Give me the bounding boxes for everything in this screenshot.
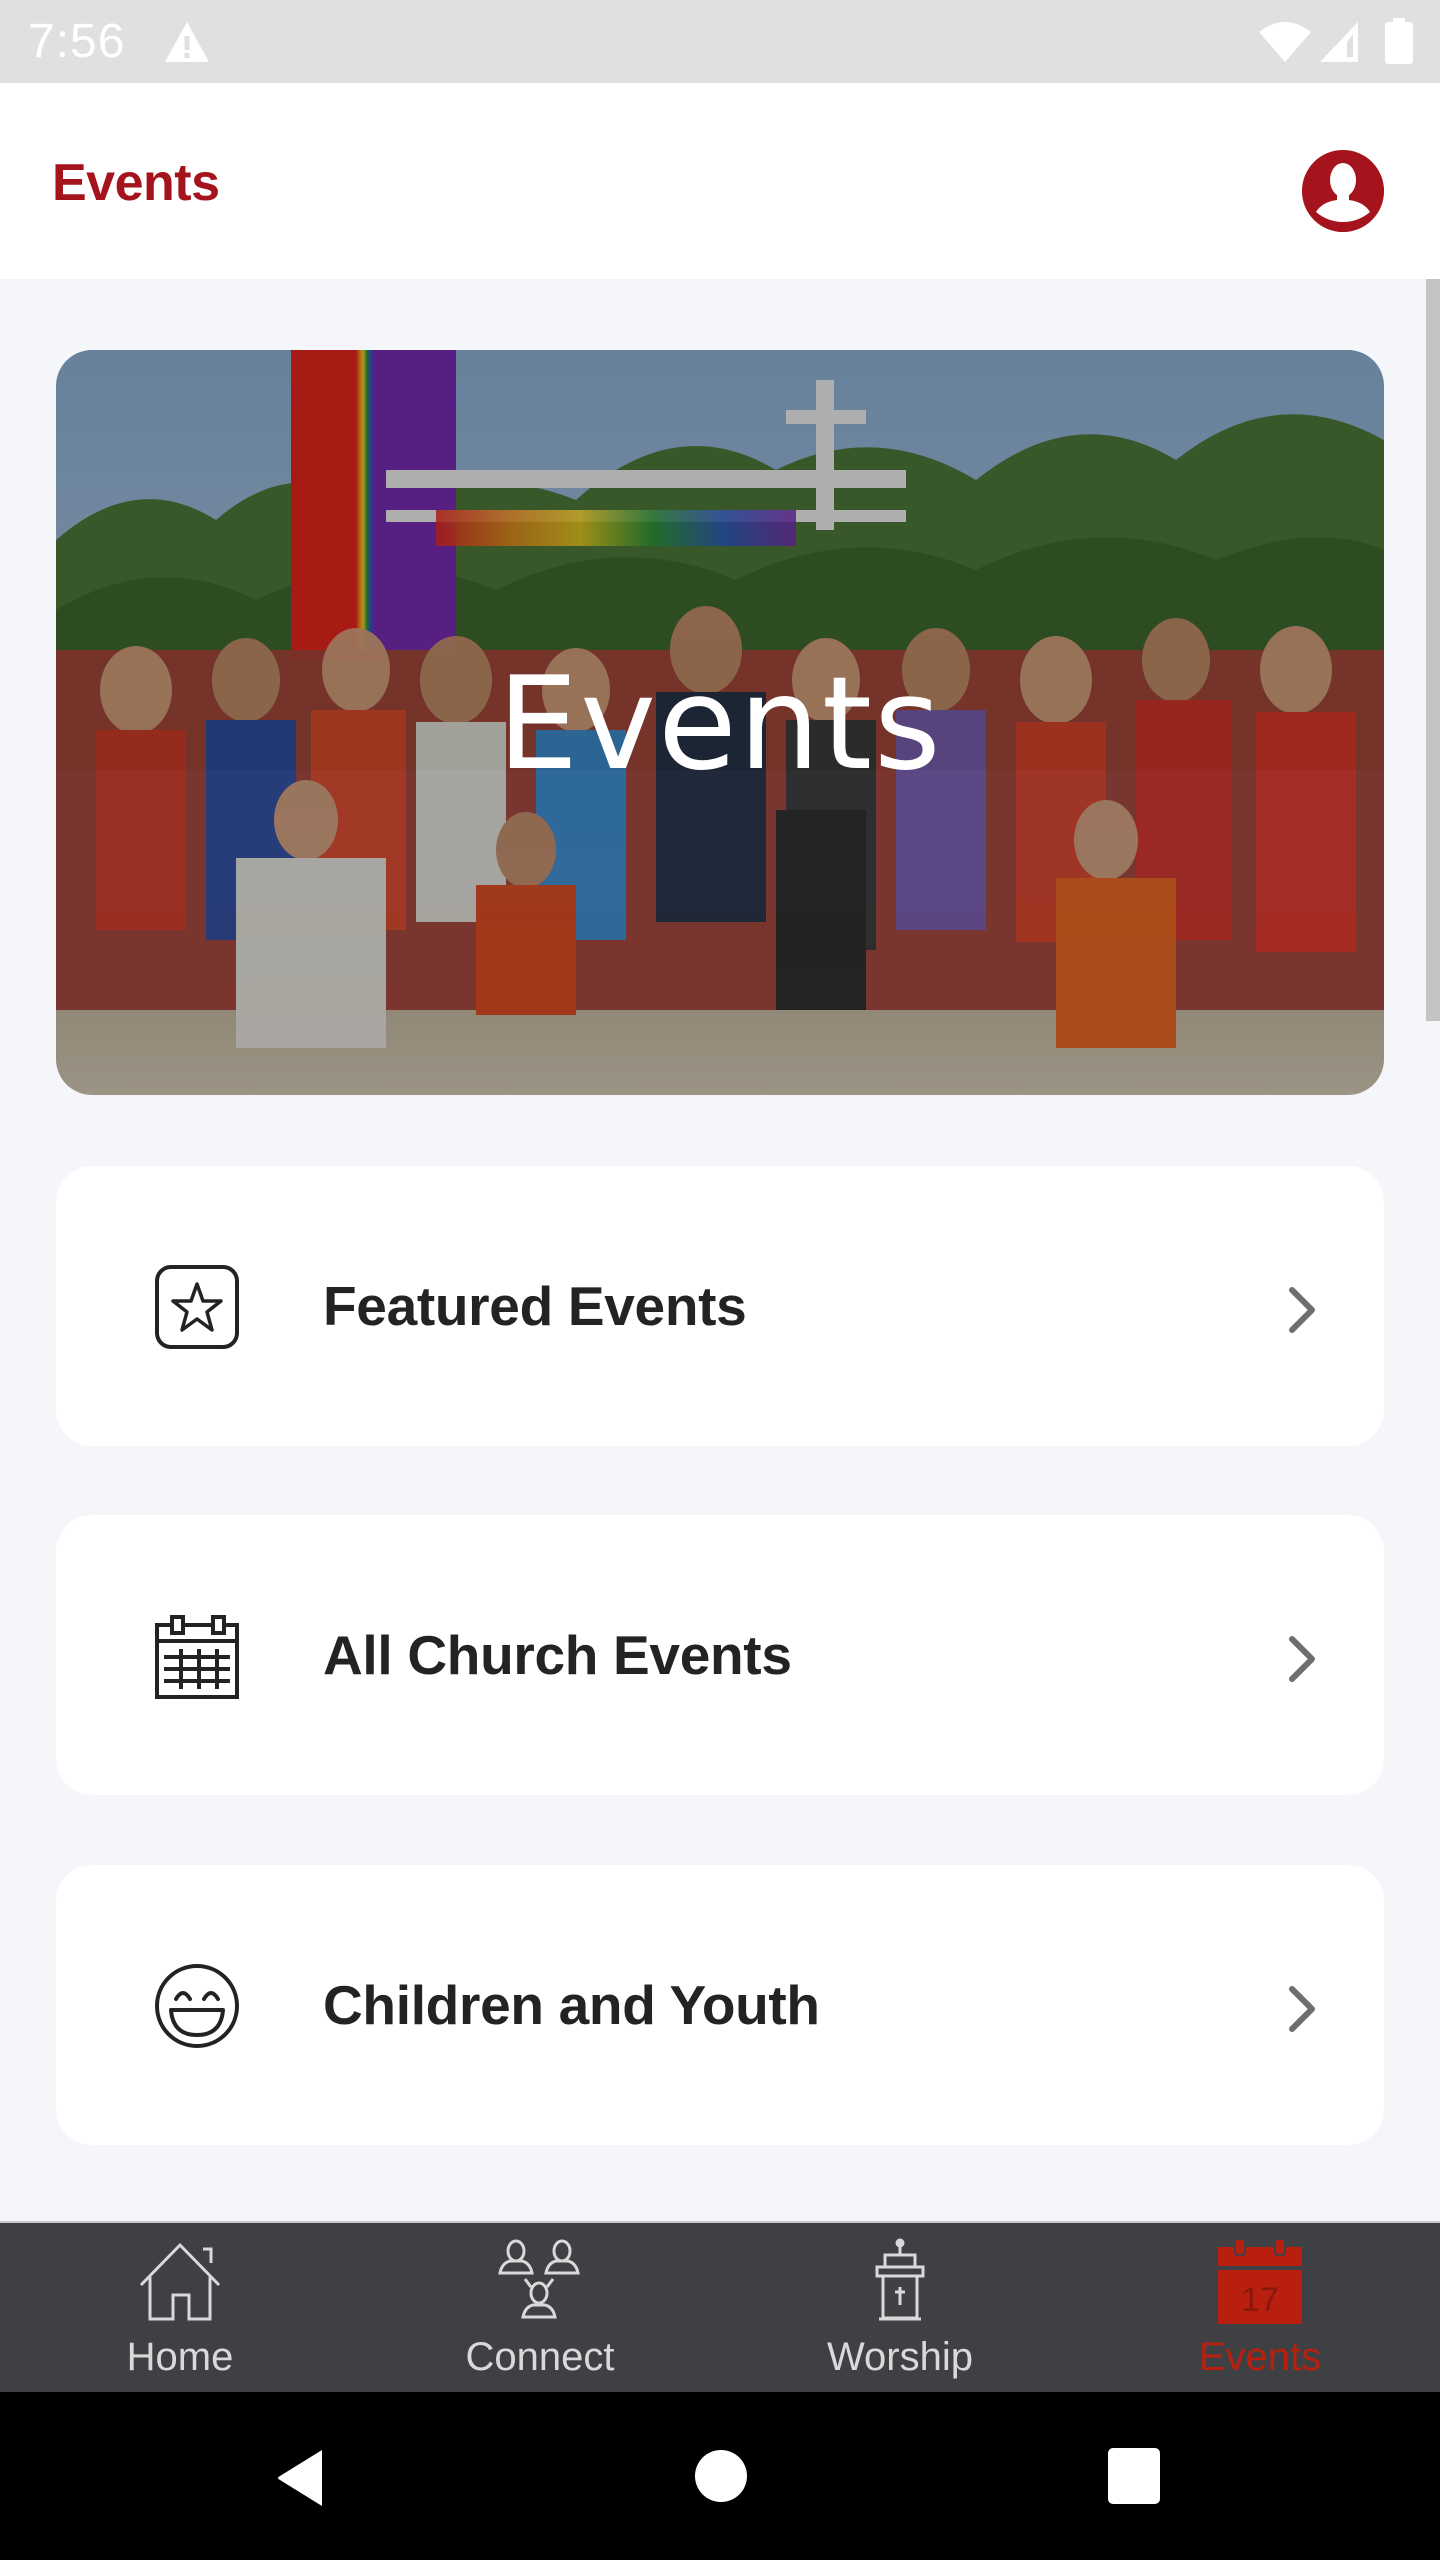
battery-icon bbox=[1385, 18, 1413, 64]
scrollbar[interactable] bbox=[1426, 279, 1440, 1021]
recents-icon[interactable] bbox=[1108, 2448, 1160, 2504]
home-icon bbox=[139, 2242, 221, 2321]
hero-title: Events bbox=[497, 650, 943, 799]
menu-item-all-church-events[interactable]: All Church Events bbox=[56, 1515, 1384, 1795]
menu-item-label: Featured Events bbox=[323, 1275, 747, 1337]
home-circle-icon[interactable] bbox=[695, 2450, 747, 2502]
hero-banner[interactable]: Events bbox=[56, 350, 1384, 1095]
profile-button[interactable] bbox=[1302, 150, 1384, 232]
menu-item-label: All Church Events bbox=[323, 1624, 792, 1686]
warning-icon bbox=[165, 22, 209, 62]
nav-item-home[interactable]: Home bbox=[0, 2223, 360, 2394]
menu-item-label: Children and Youth bbox=[323, 1974, 820, 2036]
chevron-right-icon bbox=[1289, 1986, 1315, 2032]
calendar-17-icon: 17 bbox=[1218, 2238, 1302, 2324]
menu-item-children-and-youth[interactable]: Children and Youth bbox=[56, 1865, 1384, 2145]
nav-label: Connect bbox=[465, 2335, 615, 2379]
wifi-icon bbox=[1259, 22, 1311, 62]
status-bar: 7:56 bbox=[0, 0, 1440, 83]
calendar-day-text: 17 bbox=[1241, 2281, 1279, 2319]
app-header: Events bbox=[0, 83, 1440, 279]
back-icon[interactable] bbox=[276, 2448, 326, 2508]
signal-icon bbox=[1320, 22, 1358, 62]
nav-label: Home bbox=[126, 2335, 234, 2379]
nav-item-connect[interactable]: Connect bbox=[360, 2223, 720, 2394]
smiley-icon bbox=[155, 1964, 239, 2048]
status-time: 7:56 bbox=[28, 15, 126, 68]
people-network-icon bbox=[498, 2239, 580, 2319]
calendar-icon bbox=[155, 1615, 239, 1699]
star-badge-icon bbox=[155, 1265, 239, 1349]
chevron-right-icon bbox=[1289, 1287, 1315, 1333]
nav-item-events[interactable]: 17 Events bbox=[1080, 2223, 1440, 2394]
nav-item-worship[interactable]: Worship bbox=[720, 2223, 1080, 2394]
system-nav-bar bbox=[0, 2392, 1440, 2560]
bottom-nav: Home Connect Worship 17 Events bbox=[0, 2221, 1440, 2392]
pulpit-icon bbox=[875, 2238, 925, 2321]
nav-label: Events bbox=[1198, 2335, 1322, 2379]
chevron-right-icon bbox=[1289, 1636, 1315, 1682]
page-title: Events bbox=[52, 154, 220, 212]
nav-label: Worship bbox=[827, 2335, 973, 2379]
account-circle-icon bbox=[1302, 150, 1384, 232]
menu-item-featured-events[interactable]: Featured Events bbox=[56, 1166, 1384, 1446]
